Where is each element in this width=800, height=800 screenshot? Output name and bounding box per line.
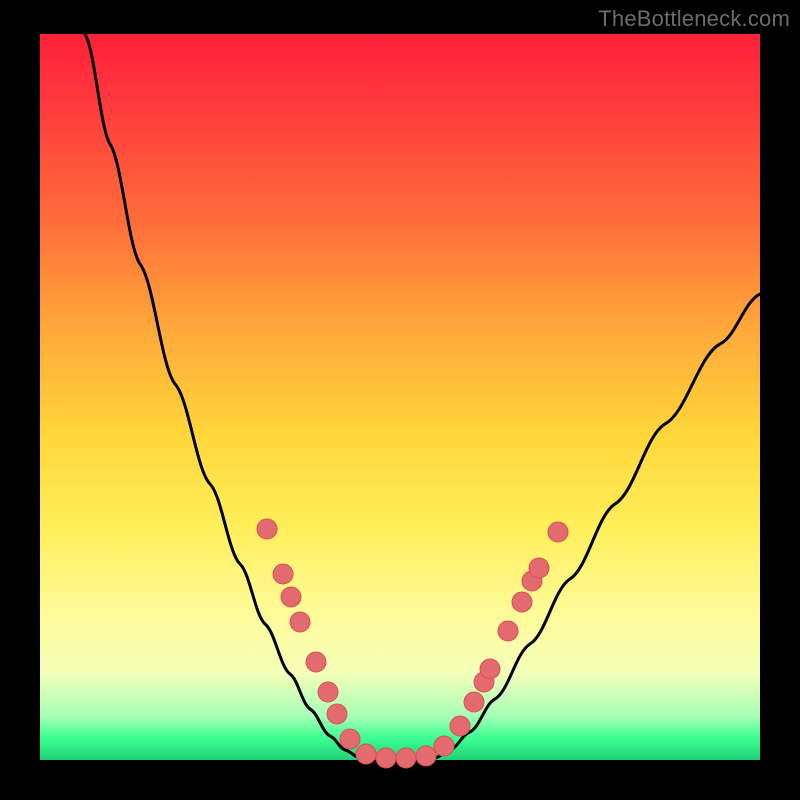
data-point — [396, 748, 416, 768]
data-point — [416, 746, 436, 766]
data-point — [356, 744, 376, 764]
data-point — [306, 652, 326, 672]
data-point — [318, 682, 338, 702]
data-point — [464, 692, 484, 712]
chart-svg — [40, 34, 760, 760]
series-left-branch — [85, 34, 360, 758]
data-point — [529, 558, 549, 578]
data-point — [498, 621, 518, 641]
data-point — [273, 564, 293, 584]
curve-group — [85, 34, 760, 758]
data-point — [548, 522, 568, 542]
data-point — [450, 716, 470, 736]
data-point — [480, 659, 500, 679]
plot-area — [40, 34, 760, 760]
data-point — [281, 587, 301, 607]
data-point — [327, 704, 347, 724]
chart-frame: TheBottleneck.com — [0, 0, 800, 800]
data-point — [434, 736, 454, 756]
data-point — [512, 592, 532, 612]
data-point — [257, 519, 277, 539]
watermark-label: TheBottleneck.com — [598, 6, 790, 32]
marker-group — [257, 519, 568, 768]
data-point — [290, 612, 310, 632]
data-point — [376, 748, 396, 768]
data-point — [340, 729, 360, 749]
